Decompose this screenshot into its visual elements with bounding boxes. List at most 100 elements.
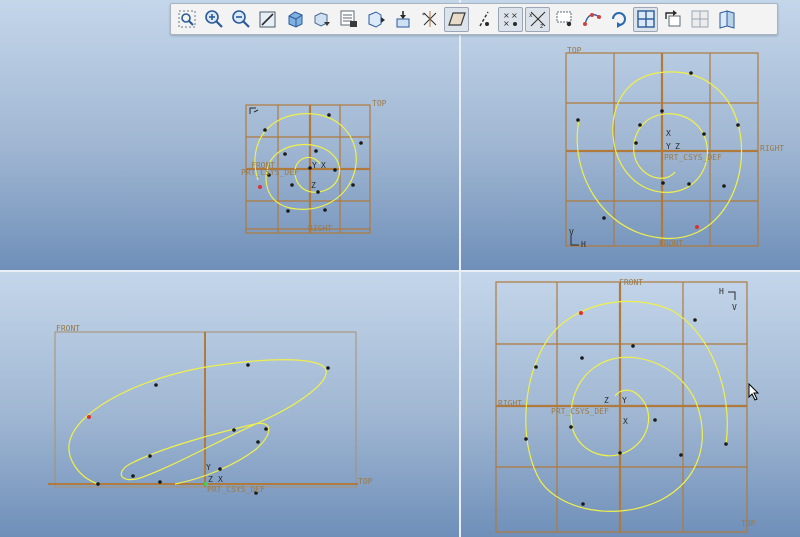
triad-v: V [732, 303, 737, 312]
refit-button[interactable] [174, 7, 199, 32]
selected-point [258, 185, 262, 189]
sketch-display-button[interactable] [552, 7, 577, 32]
label-csys: PRT_CSYS_DEF [664, 153, 722, 162]
display-style-button[interactable] [282, 7, 307, 32]
viewport-divider-vertical[interactable] [459, 0, 461, 537]
perspective-view-button[interactable] [363, 7, 388, 32]
label-csys: PRT_CSYS_DEF [241, 168, 299, 177]
axis-y: Y [622, 396, 627, 405]
view-manager-icon [340, 10, 357, 27]
zoom-out-button[interactable] [228, 7, 253, 32]
svg-text:z: z [540, 23, 543, 29]
svg-text:*: * [422, 12, 425, 19]
refit-icon [178, 10, 195, 28]
label-front: FRONT [619, 278, 643, 287]
label-top: TOP [372, 99, 387, 108]
label-top: TOP [741, 519, 756, 528]
zoom-out-icon [231, 10, 250, 28]
label-top: TOP [358, 477, 373, 486]
spline-points-button[interactable] [579, 7, 604, 32]
spline-points [576, 71, 740, 220]
spin-center-icon [611, 12, 626, 28]
datum-plane-edges [566, 53, 758, 246]
mouse-pointer-icon [748, 383, 760, 401]
plane-display-icon [447, 12, 466, 26]
model-view-front[interactable]: TOP RIGHT FRONT PRT_CSYS_DEF X Y Z V H [461, 0, 800, 270]
svg-text:x: x [529, 12, 533, 19]
label-right: RIGHT [760, 144, 784, 153]
annotation-display-icon [396, 11, 409, 28]
graphics-toolbar: * × × × xz [170, 3, 778, 35]
triad-h: H [719, 287, 724, 296]
repaint-button[interactable] [255, 7, 280, 32]
zoom-in-icon [204, 10, 223, 28]
datum-plane-edges [496, 282, 747, 532]
label-front: FRONT [659, 239, 683, 248]
spline-points-icon [582, 13, 601, 26]
label-top: TOP [567, 46, 582, 55]
label-right: RIGHT [498, 399, 522, 408]
axis-x: X [666, 129, 671, 138]
spiral-curve[interactable] [68, 359, 327, 485]
sketch-display-icon [556, 11, 571, 27]
axis-display-icon [478, 11, 489, 27]
next-view-icon [664, 10, 680, 27]
axis-display-button[interactable] [471, 7, 496, 32]
datum-display-button[interactable]: * [417, 7, 442, 32]
single-view-icon [719, 10, 734, 29]
view-triad [249, 107, 259, 114]
axis-z: Z [604, 396, 609, 405]
four-views-icon [636, 10, 655, 28]
point-display-icon: × ×× [503, 11, 518, 28]
spline-points [96, 363, 330, 495]
model-view-isometric[interactable]: TOP FRONT RIGHT PRT_CSYS_DEF Y X Z [0, 0, 459, 270]
triad-h: H [581, 240, 586, 249]
axis-x: X [623, 417, 628, 426]
model-view-right[interactable]: FRONT RIGHT TOP PRT_CSYS_DEF Z Y X H V [461, 272, 800, 537]
csys-display-button[interactable]: xz [525, 6, 550, 32]
axis-x: X [321, 161, 326, 170]
saved-orientations-button[interactable] [309, 7, 334, 32]
triad-v: V [569, 228, 574, 237]
annotation-display-button[interactable] [390, 7, 415, 32]
label-front: FRONT [56, 324, 80, 333]
axis-z: Z [208, 475, 213, 484]
model-view-top[interactable]: FRONT TOP PRT_CSYS_DEF Y Z X [0, 272, 459, 537]
viewport-divider-horizontal[interactable] [0, 270, 800, 272]
saved-orientations-icon [314, 12, 330, 27]
viewport-bottom-right[interactable]: FRONT RIGHT TOP PRT_CSYS_DEF Z Y X H V [461, 272, 800, 537]
perspective-view-icon [368, 11, 385, 28]
selected-point [695, 225, 699, 229]
svg-text:×: × [503, 19, 510, 28]
selected-point [87, 415, 91, 419]
point-display-button[interactable]: × × × [498, 6, 523, 32]
svg-text:×: × [511, 11, 518, 20]
axis-z: Z [675, 142, 680, 151]
axis-x: X [218, 475, 223, 484]
axis-y: Y [312, 161, 317, 170]
selected-point [579, 311, 583, 315]
zoom-in-button[interactable] [201, 7, 226, 32]
repaint-icon [259, 11, 275, 28]
axis-z: Z [311, 181, 316, 190]
label-csys: PRT_CSYS_DEF [207, 485, 265, 494]
plane-display-button[interactable] [444, 6, 469, 32]
view-manager-button[interactable] [336, 7, 361, 32]
view-layout-button[interactable] [687, 7, 712, 32]
label-right: RIGHT [308, 224, 332, 233]
viewport-top-right[interactable]: TOP RIGHT FRONT PRT_CSYS_DEF X Y Z V H [461, 0, 800, 270]
single-view-button[interactable] [714, 7, 739, 32]
display-style-icon [288, 11, 302, 28]
four-views-button[interactable] [633, 6, 658, 32]
label-csys: PRT_CSYS_DEF [551, 407, 609, 416]
viewport-top-left[interactable]: TOP FRONT RIGHT PRT_CSYS_DEF Y X Z [0, 0, 459, 270]
axis-y: Y [206, 463, 211, 472]
csys-display-icon: xz [529, 11, 545, 29]
view-layout-icon [691, 10, 708, 28]
next-view-button[interactable] [660, 7, 685, 32]
view-triad [728, 291, 736, 300]
axis-y: Y [666, 142, 671, 151]
datum-display-icon: * [422, 11, 436, 27]
spin-center-button[interactable] [606, 7, 631, 32]
viewport-bottom-left[interactable]: FRONT TOP PRT_CSYS_DEF Y Z X [0, 272, 459, 537]
